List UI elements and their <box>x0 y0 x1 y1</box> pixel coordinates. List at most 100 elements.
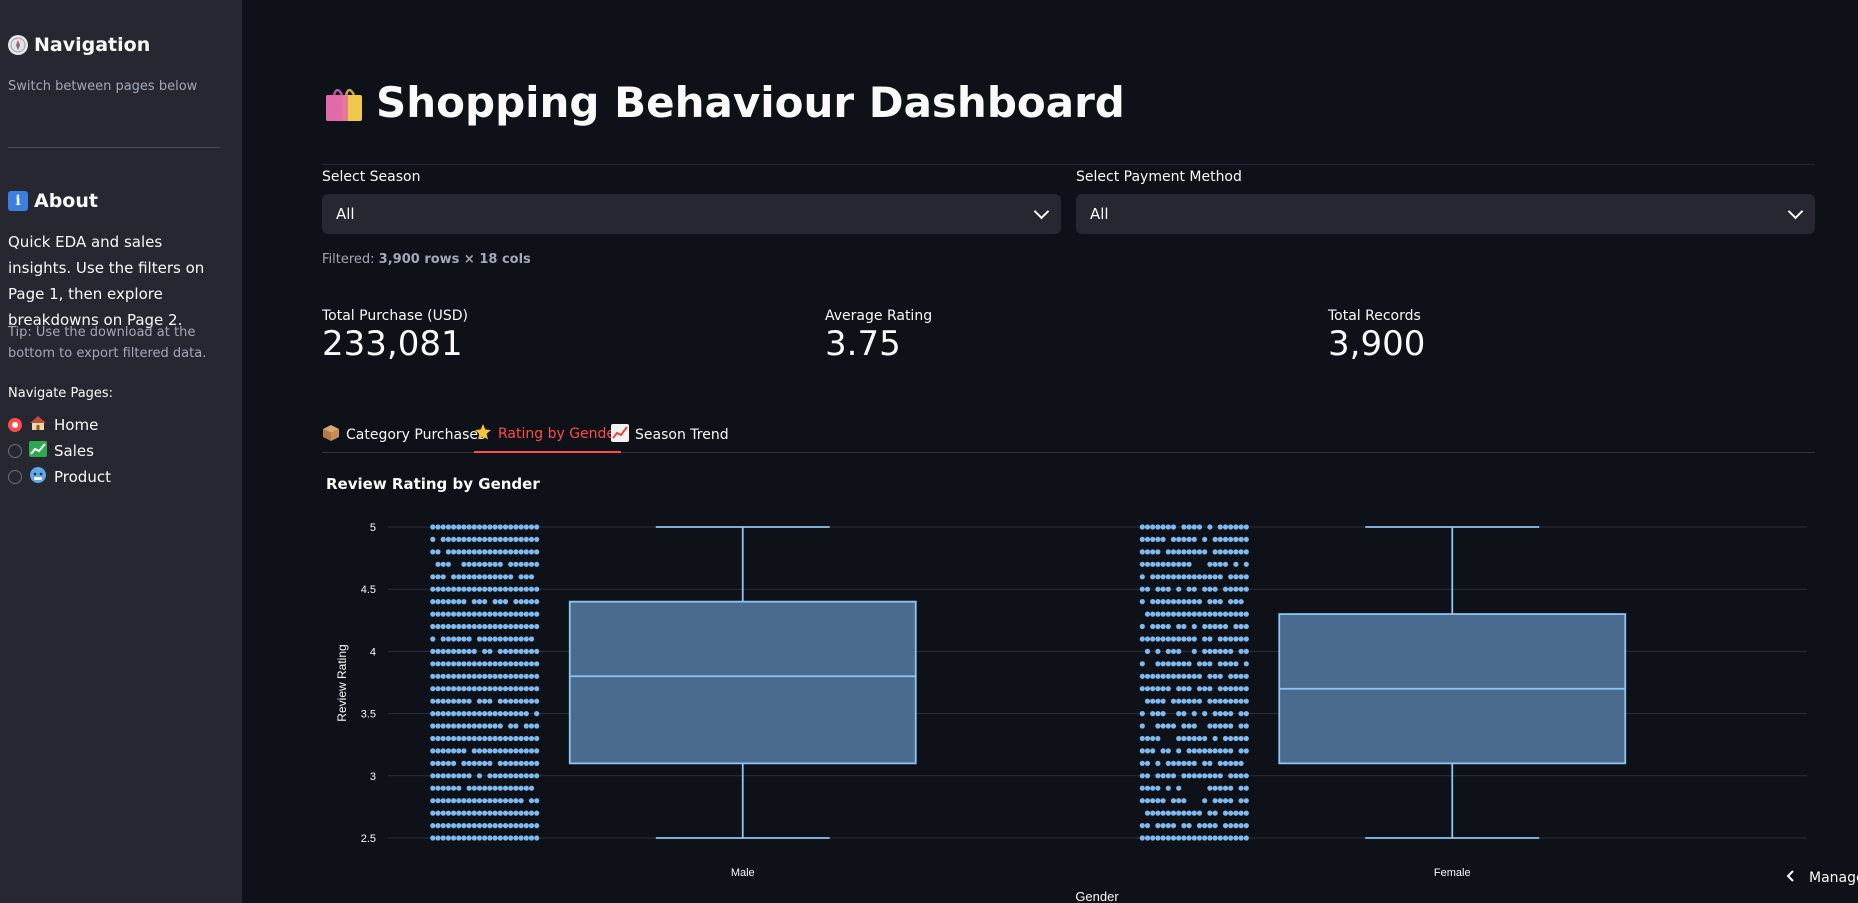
data-point <box>451 673 457 679</box>
data-point <box>435 599 441 605</box>
data-point <box>1176 599 1182 605</box>
data-point <box>1238 823 1244 829</box>
data-point <box>1222 748 1229 754</box>
data-point <box>456 773 462 779</box>
data-point <box>482 748 488 754</box>
data-point <box>482 723 488 729</box>
data-point <box>523 711 529 717</box>
payment-select[interactable]: All <box>1076 194 1815 234</box>
data-point <box>466 810 472 816</box>
data-point <box>435 810 441 816</box>
data-point <box>1217 798 1223 804</box>
data-point <box>471 611 477 617</box>
data-point <box>461 561 467 567</box>
data-point <box>497 723 503 729</box>
metric-total-records: Total Records 3,900 <box>1328 308 1425 364</box>
data-point <box>1207 698 1213 704</box>
data-point <box>1165 823 1171 829</box>
data-point <box>451 711 457 717</box>
data-point <box>513 599 519 605</box>
data-point <box>1238 549 1244 555</box>
data-point <box>430 798 436 804</box>
data-point <box>476 810 483 816</box>
radio-sales[interactable]: Sales <box>8 438 111 464</box>
data-point <box>1238 673 1244 679</box>
data-point <box>1202 711 1208 717</box>
data-point <box>508 536 514 542</box>
data-point <box>1170 574 1177 580</box>
data-point <box>1155 735 1161 742</box>
data-point <box>487 773 493 779</box>
data-point <box>1155 611 1161 617</box>
data-point <box>1170 760 1177 766</box>
data-point <box>508 686 514 692</box>
data-point <box>471 661 477 667</box>
data-point <box>440 636 446 642</box>
data-point <box>1212 823 1218 829</box>
data-point <box>1150 686 1156 692</box>
data-point <box>1144 686 1151 692</box>
data-point <box>497 735 503 742</box>
data-point <box>430 735 436 742</box>
data-point <box>1155 524 1161 530</box>
data-point <box>528 748 535 754</box>
y-axis-label: Review Rating <box>335 644 349 721</box>
data-point <box>497 636 503 642</box>
data-point <box>430 823 436 829</box>
data-point <box>445 524 451 530</box>
data-point <box>502 636 509 642</box>
data-point <box>1176 549 1182 555</box>
data-point <box>513 524 519 530</box>
data-point <box>1160 798 1166 804</box>
data-point <box>513 611 519 617</box>
data-point <box>456 549 462 555</box>
data-point <box>502 810 509 816</box>
data-point <box>471 810 477 816</box>
data-point <box>528 785 535 791</box>
tab-season-trend[interactable]: Season Trend <box>611 417 729 453</box>
data-point <box>492 735 498 742</box>
data-point <box>1170 599 1177 605</box>
data-point <box>1191 748 1197 754</box>
data-point <box>1191 835 1197 841</box>
data-point <box>492 549 498 555</box>
data-point <box>1176 698 1182 704</box>
data-point <box>502 835 509 841</box>
data-point <box>445 698 451 704</box>
title-divider <box>322 164 1815 165</box>
data-point <box>492 611 498 617</box>
data-point <box>528 698 535 704</box>
data-point <box>528 773 535 779</box>
data-point <box>1181 561 1187 567</box>
data-point <box>534 798 540 804</box>
data-point <box>487 711 493 717</box>
data-point <box>1222 524 1229 530</box>
radio-product[interactable]: Product <box>8 464 111 490</box>
data-point <box>487 673 493 679</box>
data-point <box>430 611 436 617</box>
data-point <box>1222 661 1229 667</box>
data-point <box>482 661 488 667</box>
data-point <box>1228 586 1234 592</box>
data-point <box>1155 835 1161 841</box>
data-point <box>461 686 467 692</box>
data-point <box>1212 586 1218 592</box>
data-point <box>445 760 451 766</box>
data-point <box>513 773 519 779</box>
manage-app-button[interactable]: Manage <box>1785 870 1858 886</box>
data-point <box>528 524 535 530</box>
data-point <box>466 785 472 791</box>
tab-category-purchases[interactable]: Category Purchases <box>322 417 485 453</box>
data-point <box>497 611 503 617</box>
data-point <box>430 524 436 530</box>
data-point <box>1202 586 1208 592</box>
data-point <box>1196 661 1203 667</box>
season-select[interactable]: All <box>322 194 1061 234</box>
data-point <box>502 574 509 580</box>
radio-home[interactable]: Home <box>8 412 111 438</box>
data-point <box>1176 636 1182 642</box>
data-point <box>528 760 535 766</box>
data-point <box>1155 599 1161 605</box>
tab-rating-by-gender[interactable]: Rating by Gender <box>474 417 621 453</box>
data-point <box>1165 810 1171 816</box>
